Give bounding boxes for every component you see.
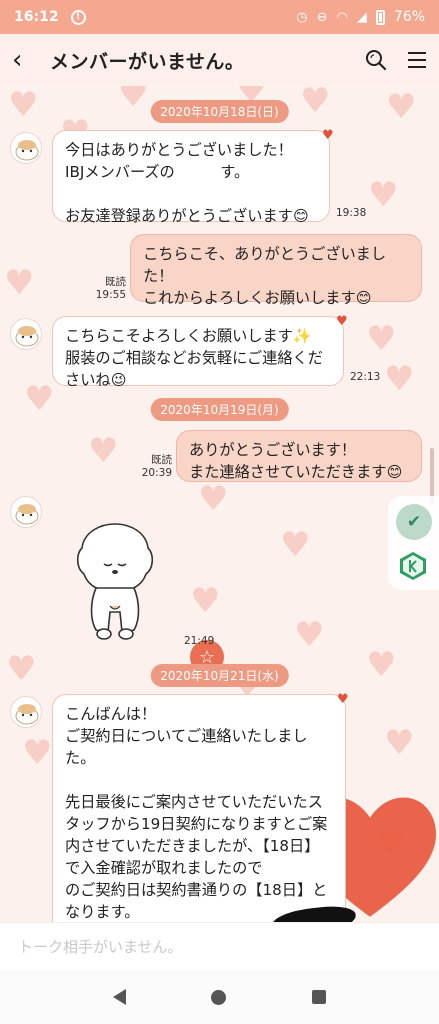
background-heart-icon: ♥: [190, 581, 221, 621]
message-bubble-outgoing[interactable]: こちらこそ、ありがとうございまし た！ これからよろしくお願いします😊: [130, 234, 422, 307]
battery-level: 76%: [393, 9, 425, 25]
nav-back-icon[interactable]: [112, 989, 126, 1005]
background-heart-icon: ♥: [22, 733, 53, 773]
date-separator: 2020年10月18日(日): [150, 100, 289, 123]
battery-icon: [375, 9, 385, 25]
background-heart-icon: ♥: [368, 175, 399, 215]
avatar[interactable]: [10, 496, 42, 528]
wifi-icon: ◠: [336, 9, 348, 25]
background-heart-icon: ♥: [386, 87, 417, 127]
nav-home-icon[interactable]: [211, 989, 227, 1005]
background-heart-icon: ♥: [366, 645, 397, 685]
chat-title: メンバーがいません。: [50, 50, 245, 73]
menu-icon[interactable]: [407, 51, 427, 69]
background-heart-icon: ♥: [198, 479, 229, 519]
chat-area[interactable]: ♥ ♥ ♥ ♥ ♥ ♥ ♥ ♥ ♥ ♥ ♥ ♥ ♥ ♥ ♥ ♥ ♥ ♥ ♥ ♥ …: [0, 86, 439, 922]
message-time: 21:49: [184, 635, 215, 647]
character-avatar-icon: [15, 140, 39, 161]
bowing-dog-sticker[interactable]: [70, 518, 160, 644]
status-bar: 16:12 ! ◷ ⊖ ◠ ◢ 76%: [0, 0, 439, 34]
search-icon[interactable]: [365, 49, 387, 71]
status-icons: ◷ ⊖ ◠ ◢ 76%: [296, 9, 425, 25]
avatar[interactable]: [10, 132, 42, 164]
background-heart-icon: ♥: [6, 649, 37, 689]
background-heart-icon: ♥: [366, 319, 397, 359]
background-heart-icon: ♥: [88, 431, 119, 471]
signal-icon: ◢: [356, 9, 367, 25]
shield-check-icon[interactable]: ✔: [396, 504, 432, 540]
message-time: 19:55: [95, 289, 126, 301]
back-button[interactable]: ‹: [12, 45, 42, 75]
header-actions: [365, 49, 427, 71]
background-heart-icon: ♥: [8, 86, 39, 125]
k-app-icon[interactable]: [398, 551, 428, 581]
date-separator: 2020年10月21日(水): [150, 664, 289, 687]
message-time: 20:39: [141, 467, 172, 479]
message-read-status: 既読: [105, 276, 126, 288]
background-heart-icon: ♥: [300, 86, 331, 121]
background-heart-icon: ♥: [384, 723, 415, 763]
message-bubble-outgoing[interactable]: ありがとうございます！ また連絡させていただきます😊: [176, 430, 422, 482]
message-input-bar[interactable]: トーク相手がいません。: [0, 922, 439, 970]
character-avatar-icon: [15, 704, 39, 725]
background-heart-icon: ♥: [24, 379, 55, 419]
reaction-heart-icon[interactable]: ♥: [322, 128, 334, 143]
alert-icon: !: [70, 9, 86, 25]
background-heart-icon: ♥: [294, 615, 325, 655]
message-input-placeholder: トーク相手がいません。: [18, 938, 183, 956]
avatar[interactable]: [10, 318, 42, 350]
message-read-status: 既読: [151, 454, 172, 466]
chat-header: ‹ メンバーがいません。: [0, 34, 439, 86]
message-bubble-incoming[interactable]: こちらこそよろしくお願いします✨ 服装のご相談などお気軽にご連絡くだ さいね😉: [52, 316, 344, 389]
avatar[interactable]: [10, 696, 42, 728]
background-heart-icon: ♥: [280, 525, 311, 565]
message-time: 19:38: [336, 207, 367, 219]
background-heart-icon: ♥: [118, 86, 149, 115]
character-avatar-icon: [15, 326, 39, 347]
background-heart-icon: ♥: [384, 359, 415, 399]
reaction-heart-icon[interactable]: ♥: [337, 692, 349, 707]
character-avatar-icon: [15, 504, 39, 525]
background-heart-icon: ♥: [4, 263, 35, 303]
alarm-icon: ◷: [296, 9, 308, 25]
do-not-disturb-icon: ⊖: [316, 9, 328, 25]
date-separator: 2020年10月19日(月): [150, 398, 289, 421]
nav-recents-icon[interactable]: [312, 990, 327, 1004]
reaction-heart-icon[interactable]: ♥: [336, 314, 348, 329]
message-bubble-incoming[interactable]: 今日はありがとうございました！ IBJメンバーズの す。 お友達登録ありがとうご…: [52, 130, 330, 225]
status-time: 16:12: [14, 9, 59, 25]
message-time: 22:13: [350, 371, 381, 383]
message-bubble-incoming[interactable]: こんばんは！ ご契約日についてご連絡いたしまし た。 先日最後にご案内させていた…: [52, 694, 346, 922]
system-navigation-bar: [0, 970, 439, 1024]
